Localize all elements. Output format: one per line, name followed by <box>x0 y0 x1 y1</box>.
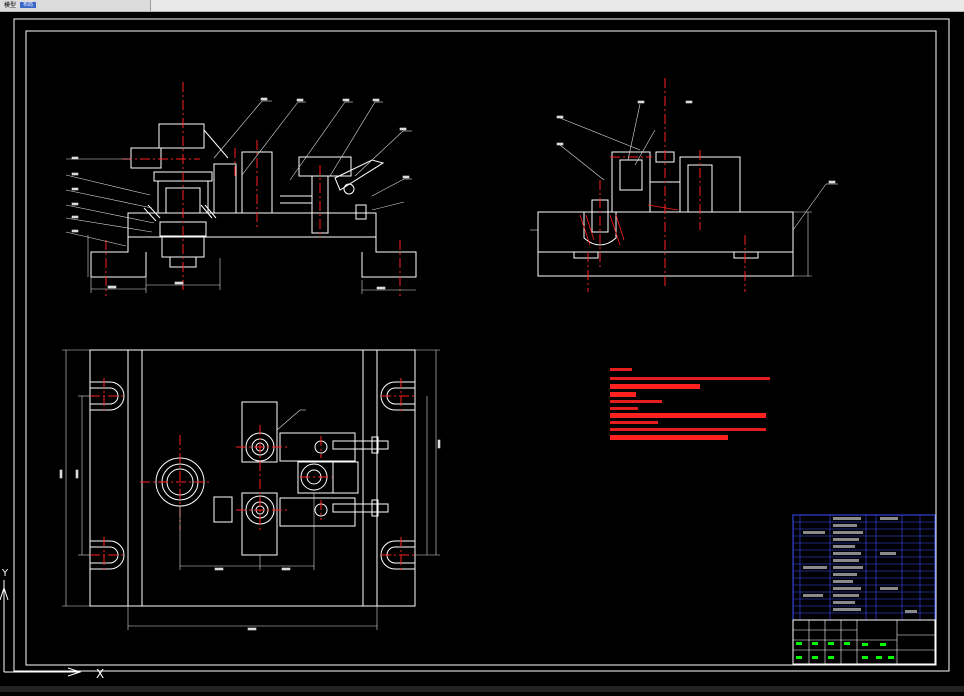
front-view-centerlines <box>105 82 401 296</box>
tab-model-label: 模型 <box>4 2 17 9</box>
top-view <box>89 349 416 607</box>
tab-layout[interactable]: 布局 <box>20 2 36 8</box>
cad-drawing: X Y <box>0 18 950 681</box>
inner-border <box>25 30 937 666</box>
ucs-y-label: Y <box>1 568 9 579</box>
drawing-canvas[interactable]: X Y <box>0 12 964 692</box>
outer-border <box>13 18 950 672</box>
side-view-dims <box>530 100 838 277</box>
ucs-icon: X Y <box>0 568 104 681</box>
side-view-hatch <box>579 204 679 246</box>
title-block <box>792 619 936 665</box>
parts-list <box>792 514 936 621</box>
front-view-dims <box>65 97 416 294</box>
ucs-x-label: X <box>96 667 104 681</box>
status-bar <box>0 686 964 692</box>
front-view <box>90 123 417 278</box>
technical-notes <box>610 368 770 440</box>
top-view-centerlines <box>90 378 415 573</box>
tab-model[interactable]: 模型 布局 <box>0 0 151 11</box>
title-bar: 模型 布局 <box>0 0 964 12</box>
